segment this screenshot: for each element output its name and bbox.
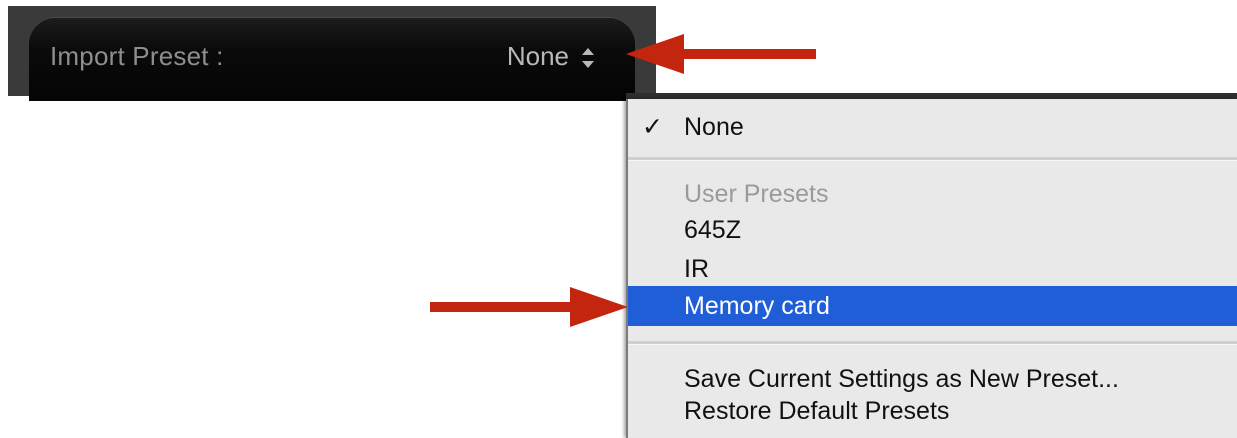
import-preset-bar[interactable]: Import Preset : None <box>29 17 635 101</box>
import-preset-label: Import Preset : <box>50 41 224 71</box>
menu-separator <box>628 341 1237 345</box>
right-pointing-arrow-icon <box>626 34 816 74</box>
right-pointing-arrow-icon <box>430 287 628 327</box>
screenshot-stage: Import Preset : None ✓ None User Presets… <box>0 0 1237 438</box>
import-preset-value[interactable]: None <box>507 41 569 72</box>
import-preset-dropdown-menu: ✓ None User Presets 645Z IR Memory card … <box>626 99 1237 438</box>
menu-item-label: Memory card <box>684 292 830 320</box>
menu-item-label: None <box>684 113 744 141</box>
menu-separator <box>628 157 1237 161</box>
menu-item-label: Restore Default Presets <box>684 397 950 425</box>
import-preset-panel: Import Preset : None <box>8 6 656 101</box>
menu-item-preset-selected[interactable]: Memory card <box>628 286 1237 326</box>
menu-item-preset[interactable]: 645Z <box>628 210 1237 250</box>
menu-item-restore-presets[interactable]: Restore Default Presets <box>628 391 1237 431</box>
menu-item-label: 645Z <box>684 216 741 244</box>
menu-item-preset[interactable]: IR <box>628 249 1237 289</box>
up-down-chevron-icon[interactable] <box>581 47 595 69</box>
menu-section-header: User Presets <box>628 174 1237 214</box>
menu-item-none[interactable]: ✓ None <box>628 107 1237 147</box>
section-header-label: User Presets <box>684 180 829 208</box>
menu-item-label: IR <box>684 255 709 283</box>
checkmark-icon: ✓ <box>642 112 663 141</box>
